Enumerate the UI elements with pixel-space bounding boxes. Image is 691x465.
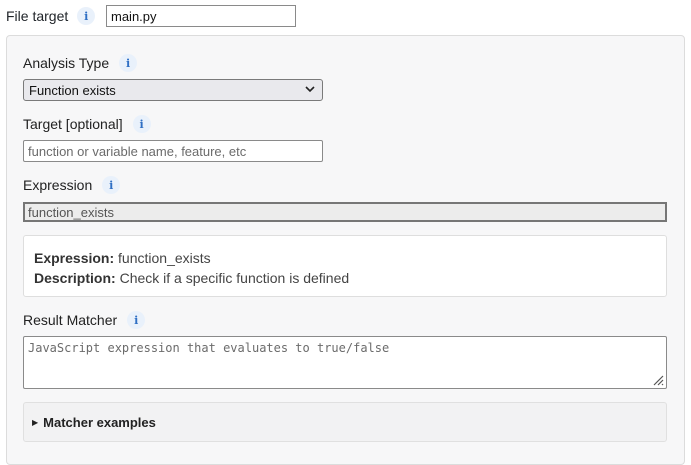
analysis-type-label-row: Analysis Type i bbox=[23, 54, 138, 72]
analysis-type-label: Analysis Type bbox=[23, 55, 110, 71]
disclosure-triangle-icon: ▶ bbox=[32, 417, 39, 427]
info-description-value: Check if a specific function is defined bbox=[119, 270, 350, 286]
analysis-type-info-icon[interactable]: i bbox=[119, 54, 138, 72]
matcher-examples-toggle[interactable]: ▶ Matcher examples bbox=[23, 402, 667, 442]
info-expression-line: Expression: function_exists bbox=[34, 248, 656, 268]
info-description-key: Description: bbox=[34, 270, 116, 286]
result-matcher-textarea[interactable] bbox=[23, 336, 667, 389]
expression-info-icon[interactable]: i bbox=[102, 176, 121, 194]
target-input[interactable] bbox=[23, 140, 323, 162]
expression-field: function_exists bbox=[23, 202, 667, 222]
result-matcher-label: Result Matcher bbox=[23, 312, 118, 328]
info-description-line: Description: Check if a specific functio… bbox=[34, 268, 656, 288]
info-expression-value: function_exists bbox=[118, 250, 211, 266]
result-matcher-info-icon[interactable]: i bbox=[127, 311, 146, 329]
expression-info-box: Expression: function_exists Description:… bbox=[23, 235, 667, 297]
analysis-type-selected: Function exists bbox=[29, 82, 116, 98]
analysis-type-select[interactable]: Function exists bbox=[23, 79, 323, 101]
expression-label-row: Expression i bbox=[23, 176, 121, 194]
target-info-icon[interactable]: i bbox=[132, 115, 151, 133]
target-label: Target [optional] bbox=[23, 116, 123, 132]
result-matcher-label-row: Result Matcher i bbox=[23, 311, 146, 329]
expression-label: Expression bbox=[23, 177, 93, 193]
target-label-row: Target [optional] i bbox=[23, 115, 151, 133]
file-target-label: File target bbox=[6, 8, 69, 24]
file-target-info-icon[interactable]: i bbox=[77, 7, 96, 25]
matcher-examples-label: Matcher examples bbox=[43, 414, 156, 430]
file-target-row: File target i bbox=[6, 5, 96, 27]
file-target-input[interactable] bbox=[106, 5, 296, 27]
chevron-down-icon bbox=[305, 84, 315, 96]
info-expression-key: Expression: bbox=[34, 250, 115, 266]
